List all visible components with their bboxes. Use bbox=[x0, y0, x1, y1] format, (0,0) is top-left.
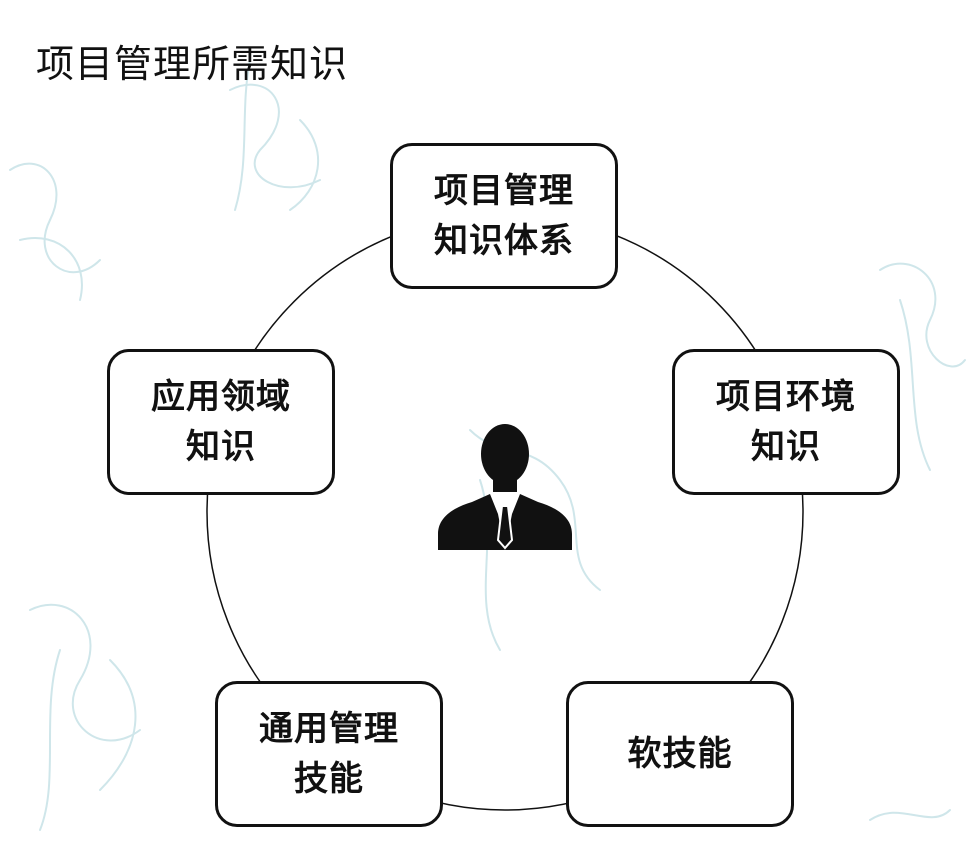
node-environment: 项目环境 知识 bbox=[672, 349, 900, 495]
node-label: 项目环境 知识 bbox=[716, 377, 856, 467]
node-label: 项目管理 知识体系 bbox=[434, 171, 574, 261]
node-label: 通用管理 技能 bbox=[259, 709, 399, 799]
node-label: 软技能 bbox=[627, 734, 733, 774]
node-soft-skills: 软技能 bbox=[566, 681, 794, 827]
node-general-management: 通用管理 技能 bbox=[215, 681, 443, 827]
node-pmbok: 项目管理 知识体系 bbox=[390, 143, 618, 289]
person-silhouette-icon bbox=[438, 424, 572, 550]
node-application-domain: 应用领域 知识 bbox=[107, 349, 335, 495]
node-label: 应用领域 知识 bbox=[151, 377, 291, 467]
